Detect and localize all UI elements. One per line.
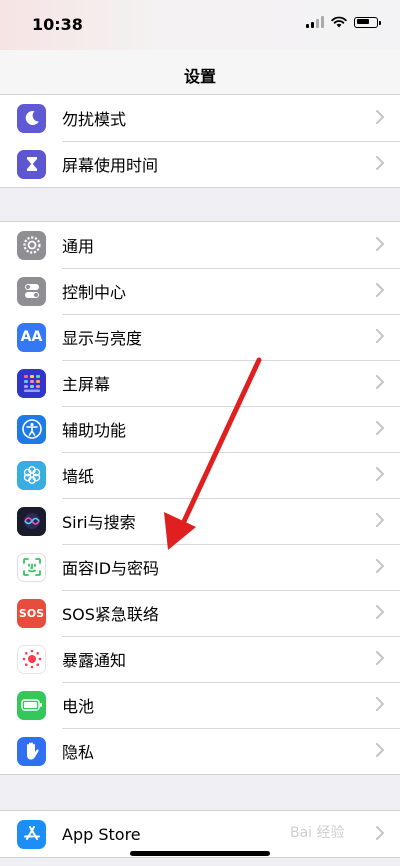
chevron-right-icon <box>376 237 384 251</box>
battery-icon <box>354 16 381 28</box>
settings-row-label: 面容ID与密码 <box>62 559 160 578</box>
settings-row-privacy[interactable]: 隐私 <box>0 728 400 774</box>
chevron-right-icon <box>376 743 384 757</box>
chevron-right-icon <box>376 605 384 619</box>
chevron-right-icon <box>376 156 384 170</box>
settings-row-home-screen[interactable]: 主屏幕 <box>0 360 400 406</box>
chevron-right-icon <box>376 697 384 711</box>
settings-row-control-center[interactable]: 控制中心 <box>0 268 400 314</box>
settings-row-label: 显示与亮度 <box>62 329 143 348</box>
settings-row-label: 勿扰模式 <box>62 110 127 129</box>
settings-row-display[interactable]: AA 显示与亮度 <box>0 314 400 360</box>
watermark-logo: Bai 经验 <box>282 818 392 856</box>
settings-row-wallpaper[interactable]: 墙纸 <box>0 452 400 498</box>
settings-row-label: 通用 <box>62 237 95 256</box>
settings-row-label: SOS紧急联络 <box>62 605 159 624</box>
siri-icon <box>17 506 46 536</box>
battery-icon <box>17 690 46 720</box>
chevron-right-icon <box>376 467 384 481</box>
grid-icon <box>17 368 46 398</box>
settings-row-exposure[interactable]: 暴露通知 <box>0 636 400 682</box>
settings-row-label: 隐私 <box>62 743 95 762</box>
chevron-right-icon <box>376 421 384 435</box>
settings-row-label: 屏幕使用时间 <box>62 156 159 175</box>
settings-row-label: 主屏幕 <box>62 375 111 394</box>
chevron-right-icon <box>376 110 384 124</box>
exposure-icon <box>17 644 46 674</box>
page-title: 设置 <box>183 67 216 86</box>
settings-row-face-id[interactable]: 面容ID与密码 <box>0 544 400 590</box>
settings-row-accessibility[interactable]: 辅助功能 <box>0 406 400 452</box>
status-icons <box>306 16 381 28</box>
settings-row-general[interactable]: 通用 <box>0 222 400 268</box>
status-bar: 10:38 <box>0 0 400 50</box>
accessibility-icon <box>17 414 46 444</box>
settings-row-label: 辅助功能 <box>62 421 127 440</box>
status-time: 10:38 <box>32 15 83 34</box>
hand-icon <box>17 736 46 766</box>
cellular-signal-icon <box>306 16 324 28</box>
chevron-right-icon <box>376 651 384 665</box>
app-store-icon <box>17 819 46 849</box>
moon-icon <box>17 103 46 133</box>
chevron-right-icon <box>376 513 384 527</box>
settings-row-label: 暴露通知 <box>62 651 127 670</box>
settings-row-battery[interactable]: 电池 <box>0 682 400 728</box>
settings-row-sos[interactable]: SOS SOS紧急联络 <box>0 590 400 636</box>
gear-icon <box>17 230 46 260</box>
face-id-icon <box>17 552 46 582</box>
settings-row-label: 电池 <box>62 697 95 716</box>
watermark-text: Bai 经验 <box>290 825 345 841</box>
settings-row-screen-time[interactable]: 屏幕使用时间 <box>0 141 400 187</box>
settings-row-siri[interactable]: Siri与搜索 <box>0 498 400 544</box>
settings-group-general: 通用 控制中心 AA 显示与亮度 主屏幕 辅助功能 墙纸 Siri与搜索 面容I… <box>0 221 400 775</box>
settings-row-label: Siri与搜索 <box>62 513 136 532</box>
settings-group-focus: 勿扰模式 屏幕使用时间 <box>0 94 400 188</box>
aa-icon: AA <box>17 322 46 352</box>
wifi-icon <box>331 16 347 28</box>
hourglass-icon <box>17 149 46 179</box>
sos-icon: SOS <box>17 598 46 628</box>
settings-row-label: 控制中心 <box>62 283 127 302</box>
settings-row-label: 墙纸 <box>62 467 95 486</box>
home-indicator <box>130 851 270 856</box>
chevron-right-icon <box>376 375 384 389</box>
nav-bar: 设置 <box>0 50 400 95</box>
settings-row-dnd[interactable]: 勿扰模式 <box>0 95 400 141</box>
chevron-right-icon <box>376 283 384 297</box>
chevron-right-icon <box>376 559 384 573</box>
flower-icon <box>17 460 46 490</box>
chevron-right-icon <box>376 329 384 343</box>
toggles-icon <box>17 276 46 306</box>
